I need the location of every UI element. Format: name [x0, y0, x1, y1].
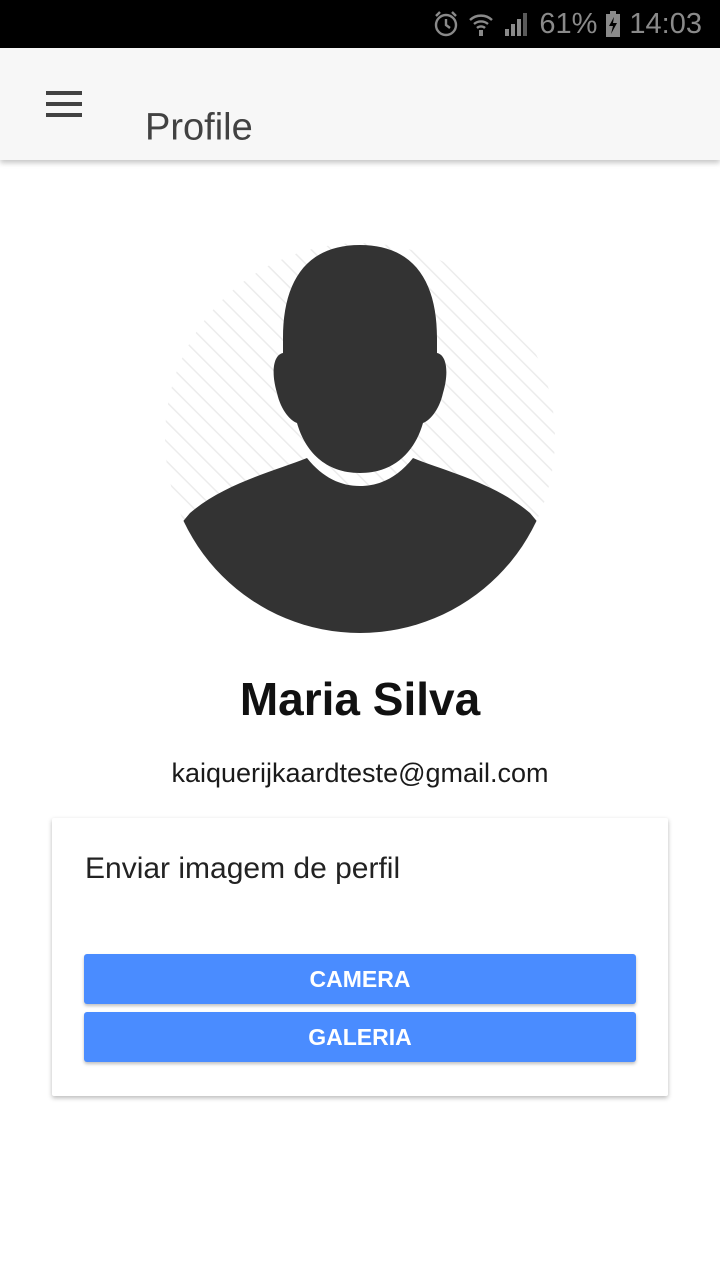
signal-icon: [505, 13, 528, 36]
clock: 14:03: [629, 7, 702, 40]
status-bar: 61% 14:03: [0, 0, 720, 48]
user-name: Maria Silva: [239, 673, 481, 725]
gallery-button[interactable]: GALERIA: [84, 1012, 636, 1062]
user-email: kaiquerijkaardteste@gmail.com: [171, 758, 549, 788]
upload-image-card: Enviar imagem de perfil CAMERA GALERIA: [52, 818, 668, 1096]
wifi-icon: [469, 14, 494, 36]
camera-button[interactable]: CAMERA: [84, 954, 636, 1004]
page-title: Profile: [145, 106, 253, 149]
app-bar: Profile: [0, 48, 720, 160]
profile-content: Maria Silva kaiquerijkaardteste@gmail.co…: [0, 160, 720, 1280]
battery-percent: 61%: [539, 7, 598, 40]
hamburger-menu-icon: [46, 91, 82, 117]
card-title: Enviar imagem de perfil: [85, 852, 401, 885]
menu-button[interactable]: [28, 74, 100, 134]
battery-charging-icon: [606, 11, 621, 37]
default-user-avatar-icon[interactable]: [165, 243, 555, 633]
alarm-icon: [435, 11, 458, 37]
